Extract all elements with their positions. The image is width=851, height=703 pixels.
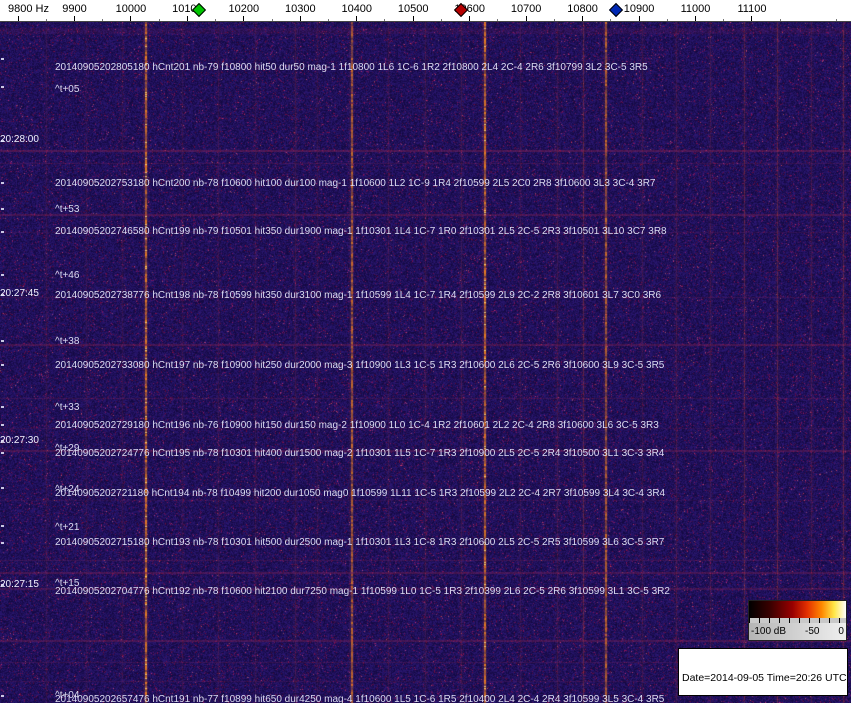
freq-minor-tick [158,19,160,21]
freq-tick-label: 11100 [737,3,767,15]
colorbar-min-label: -100 dB [751,626,787,637]
spectrogram-waterfall[interactable] [0,22,851,703]
freq-tick-label: 10500 [397,3,429,15]
freq-minor-tick [836,19,838,21]
freq-tick [469,16,471,21]
freq-minor-tick [779,19,781,21]
freq-tick [243,16,245,21]
colorbar-mid-label: -50 [805,626,820,637]
freq-minor-tick [497,19,499,21]
freq-tick [751,16,753,21]
freq-minor-tick [440,19,442,21]
freq-tick-label: 10000 [115,3,147,15]
colorbar-labels: -100 dB -50 0 [749,623,846,640]
blue-diamond-marker[interactable] [609,2,624,18]
freq-tick [130,16,132,21]
colorbar-max-label: 0 [838,626,844,637]
freq-tick-label: 10700 [510,3,542,15]
freq-tick [525,16,527,21]
freq-minor-tick [666,19,668,21]
freq-tick-label: 9800 Hz [8,3,49,15]
spectrogram-window: 9800 Hz 9900 10000 10100 10200 10300 10400 1050… [0,0,851,703]
freq-minor-tick [723,19,725,21]
info-date-time: Date=2014-09-05 Time=20:26 UTC [682,672,847,684]
freq-tick-label: 10900 [623,3,655,15]
freq-minor-tick [45,19,47,21]
freq-tick [638,16,640,21]
freq-tick [412,16,414,21]
freq-minor-tick [215,19,217,21]
freq-tick [73,16,75,21]
freq-tick [299,16,301,21]
frequency-axis: 9800 Hz 9900 10000 10100 10200 10300 10400 1050… [0,0,851,22]
info-box: Date=2014-09-05 Time=20:26 UTC Freq=143 … [678,648,848,696]
colorbar: -100 dB -50 0 [748,600,847,641]
freq-tick [186,16,188,21]
freq-tick [582,16,584,21]
freq-tick [17,16,19,21]
freq-minor-tick [102,19,104,21]
freq-minor-tick [610,19,612,21]
freq-tick-label: 11000 [680,3,711,15]
freq-minor-tick [271,19,273,21]
freq-minor-tick [384,19,386,21]
freq-tick-label: 10200 [228,3,260,15]
freq-tick-label: 9900 [62,3,87,15]
freq-minor-tick [553,19,555,21]
freq-tick-label: 10400 [341,3,373,15]
freq-tick-label: 10300 [285,3,316,15]
freq-tick-label: 10800 [567,3,598,15]
freq-tick [356,16,358,21]
freq-tick [695,16,697,21]
colorbar-gradient [749,601,846,618]
freq-minor-tick [328,19,330,21]
